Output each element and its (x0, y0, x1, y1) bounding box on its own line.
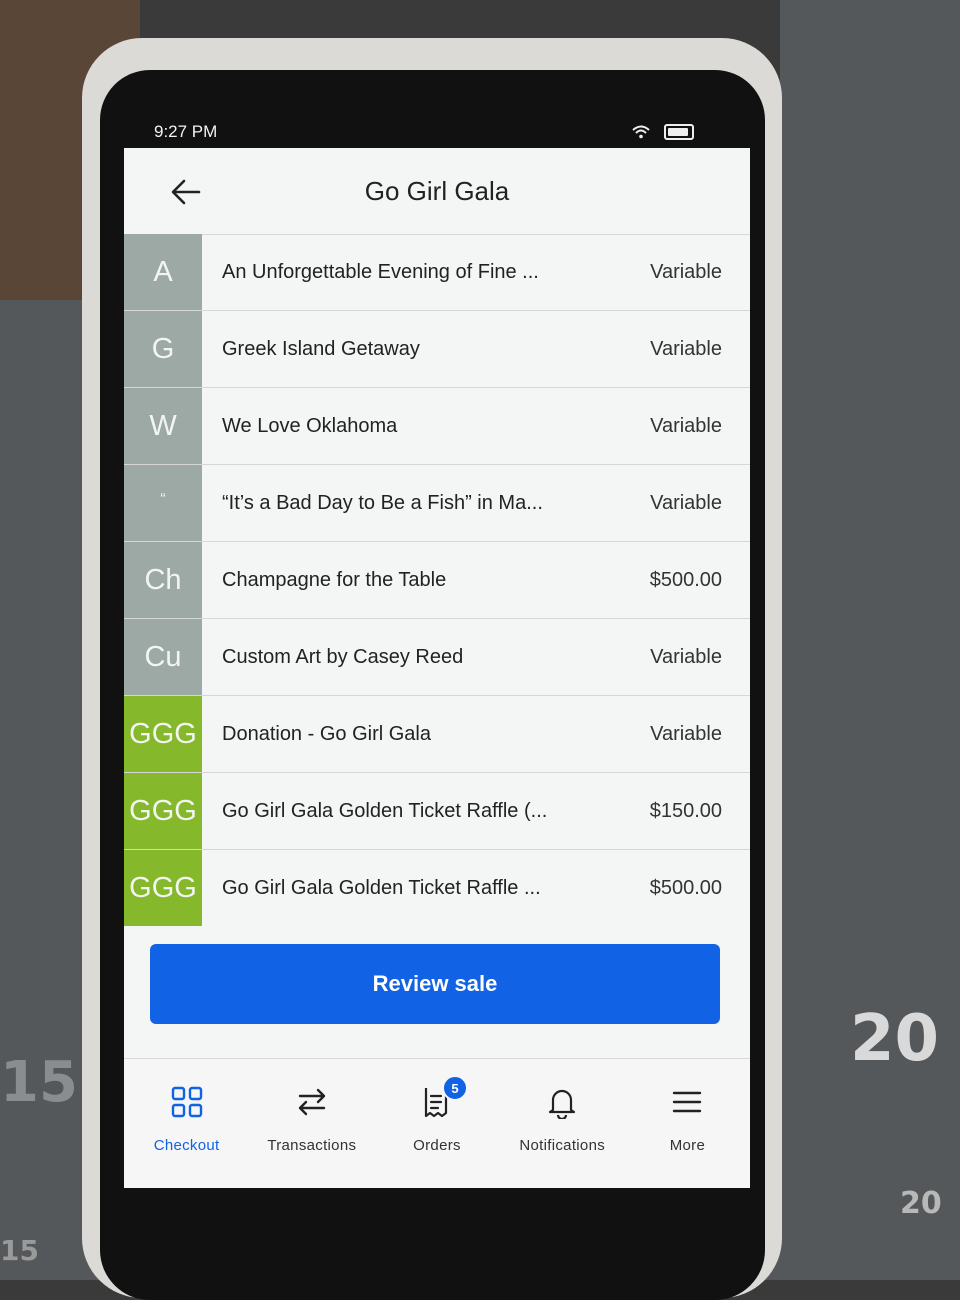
app-screen: Go Girl Gala A An Unforgettable Evening … (124, 148, 750, 1188)
review-sale-button[interactable]: Review sale (150, 944, 720, 1024)
list-item[interactable]: “ “It’s a Bad Day to Be a Fish” in Ma...… (124, 465, 750, 542)
item-name: Greek Island Getaway (222, 337, 420, 360)
grid-icon (171, 1086, 202, 1118)
item-price: $150.00 (649, 799, 722, 822)
ruler-number: 15 (0, 1050, 78, 1115)
item-tile: Ch (124, 542, 202, 618)
tab-label: More (669, 1137, 706, 1154)
item-price: Variable (650, 722, 722, 745)
bell-icon (549, 1089, 576, 1119)
header: Go Girl Gala (124, 148, 750, 235)
list-item[interactable]: W We Love Oklahoma Variable (124, 388, 750, 465)
list-item[interactable]: Cu Custom Art by Casey Reed Variable (124, 619, 750, 696)
item-price: Variable (650, 414, 722, 437)
item-name: Go Girl Gala Golden Ticket Raffle ... (222, 876, 541, 899)
tab-label: Checkout (153, 1137, 220, 1154)
item-list: A An Unforgettable Evening of Fine ... V… (124, 234, 750, 926)
tab-label: Transactions (267, 1137, 357, 1154)
list-item[interactable]: A An Unforgettable Evening of Fine ... V… (124, 234, 750, 311)
item-price: Variable (650, 260, 722, 283)
item-tile: GGG (124, 850, 202, 926)
item-price: $500.00 (649, 876, 722, 899)
list-item[interactable]: GGG Donation - Go Girl Gala Variable (124, 696, 750, 773)
item-name: “It’s a Bad Day to Be a Fish” in Ma... (222, 491, 543, 514)
list-item[interactable]: Ch Champagne for the Table $500.00 (124, 542, 750, 619)
list-item[interactable]: G Greek Island Getaway Variable (124, 311, 750, 388)
status-time: 9:27 PM (154, 122, 218, 141)
list-item[interactable]: GGG Go Girl Gala Golden Ticket Raffle (.… (124, 773, 750, 850)
menu-icon (673, 1091, 702, 1113)
item-name: Donation - Go Girl Gala (222, 722, 431, 745)
tab-notifications[interactable]: Notifications (500, 1059, 625, 1188)
wifi-icon (632, 125, 650, 139)
item-tile: GGG (124, 696, 202, 772)
item-tile: GGG (124, 773, 202, 849)
ruler-number: 15 (0, 1234, 39, 1267)
item-price: Variable (650, 645, 722, 668)
item-name: We Love Oklahoma (222, 414, 398, 437)
item-name: Champagne for the Table (222, 568, 447, 591)
page-title: Go Girl Gala (364, 176, 510, 206)
receipt-icon-wrap: 5 (420, 1075, 468, 1119)
item-tile: A (124, 234, 202, 310)
tab-label: Notifications (519, 1137, 606, 1154)
tab-checkout[interactable]: Checkout (124, 1059, 249, 1188)
item-name: Custom Art by Casey Reed (222, 645, 464, 668)
tab-label: Orders (413, 1137, 461, 1154)
tab-transactions[interactable]: Transactions (249, 1059, 374, 1188)
status-icons (632, 124, 694, 140)
item-name: Go Girl Gala Golden Ticket Raffle (... (222, 799, 548, 822)
ruler-number: 20 (900, 1186, 942, 1221)
item-tile: Cu (124, 619, 202, 695)
tab-more[interactable]: More (625, 1059, 750, 1188)
battery-icon (664, 124, 694, 140)
item-tile: G (124, 311, 202, 387)
list-item[interactable]: GGG Go Girl Gala Golden Ticket Raffle ..… (124, 850, 750, 926)
item-price: $500.00 (649, 568, 722, 591)
bottom-tab-bar: Checkout Transactions 5 Orders Notificat… (124, 1058, 750, 1188)
item-tile: W (124, 388, 202, 464)
orders-badge: 5 (442, 1075, 468, 1101)
tab-orders[interactable]: 5 Orders (374, 1059, 499, 1188)
cutting-mat-edge (780, 0, 960, 1280)
ruler-number: 20 (850, 1002, 940, 1076)
item-name: An Unforgettable Evening of Fine ... (222, 260, 539, 283)
item-price: Variable (650, 491, 722, 514)
item-price: Variable (650, 337, 722, 360)
item-tile: “ (124, 465, 202, 541)
swap-arrows-icon (298, 1088, 325, 1116)
